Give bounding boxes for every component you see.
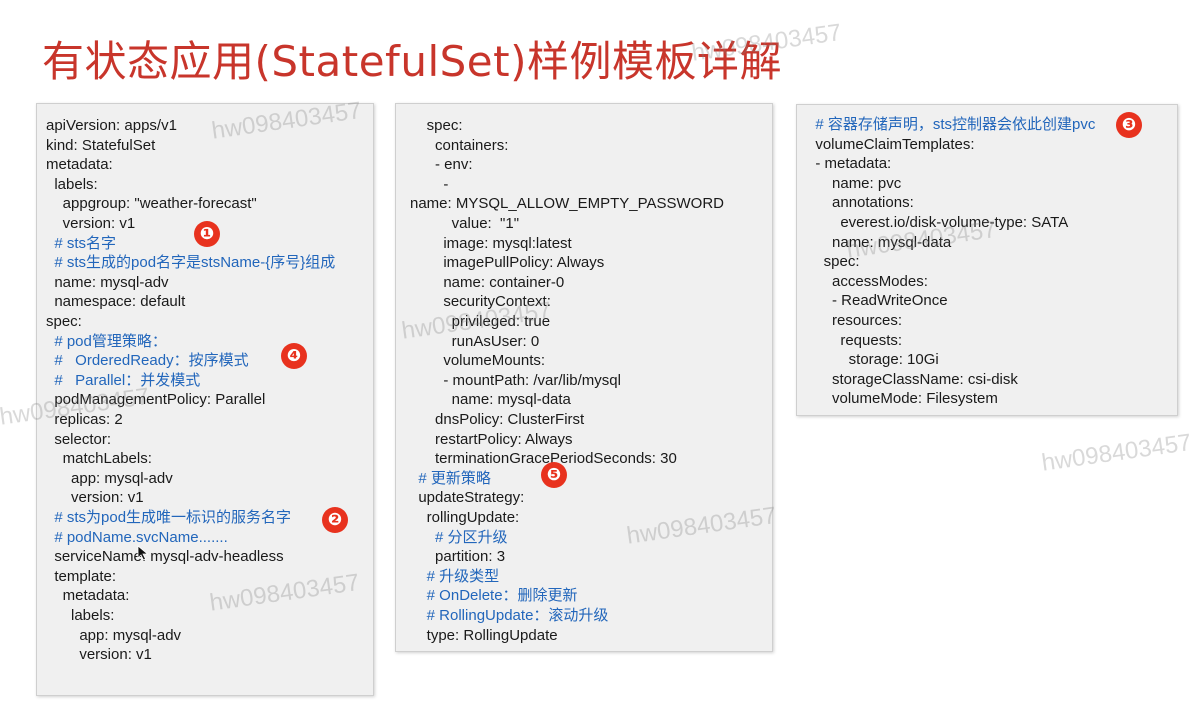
yaml-code-line: - mountPath: /var/lib/mysql — [410, 371, 621, 389]
badge-5: ❺ — [541, 462, 567, 488]
yaml-code-line: podManagementPolicy: Parallel — [46, 391, 266, 409]
mouse-cursor-icon — [137, 545, 149, 561]
yaml-code-line: securityContext: — [410, 293, 551, 311]
yaml-code-line: name: mysql-data — [410, 391, 571, 409]
yaml-code-line: metadata: — [46, 587, 130, 605]
yaml-code-line: apiVersion: apps/v1 — [46, 117, 177, 134]
badge-3: ❸ — [1116, 112, 1142, 138]
yaml-panel-middle: spec: containers: - env: - name: MYSQL_AL… — [395, 103, 773, 652]
yaml-code-line: updateStrategy: — [410, 489, 525, 507]
badge-4: ❹ — [281, 343, 307, 369]
yaml-code-line: labels: — [46, 175, 98, 193]
yaml-code-line: serviceName: mysql-adv-headless — [46, 548, 284, 566]
yaml-comment-line: # OrderedReady：按序模式 — [46, 352, 249, 370]
yaml-code-line: name: mysql-data — [807, 233, 952, 251]
yaml-code-line: matchLabels: — [46, 450, 152, 468]
yaml-comment-line: # 容器存储声明，sts控制器会依此创建pvc — [807, 116, 1096, 133]
yaml-code-line: name: mysql-adv — [46, 273, 169, 291]
yaml-code-line: everest.io/disk-volume-type: SATA — [807, 214, 1069, 231]
yaml-code-line: spec: — [410, 117, 463, 134]
yaml-code-line: storage: 10Gi — [807, 351, 939, 369]
yaml-comment-line: # Parallel：并发模式 — [46, 371, 201, 389]
yaml-code-line: restartPolicy: Always — [410, 430, 573, 448]
yaml-comment-line: # sts为pod生成唯一标识的服务名字 — [46, 509, 292, 526]
yaml-code-line: name: pvc — [807, 174, 902, 192]
yaml-code-line: annotations: — [807, 194, 914, 212]
yaml-code-line: version: v1 — [46, 489, 144, 507]
yaml-code-line: privileged: true — [410, 313, 551, 330]
yaml-comment-line: # RollingUpdate：滚动升级 — [410, 607, 609, 624]
yaml-comment-line: # 升级类型 — [410, 567, 500, 585]
yaml-comment-line: # pod管理策略： — [46, 332, 167, 350]
yaml-comment-line: # 更新策略 — [410, 469, 491, 487]
yaml-code-line: - metadata: — [807, 155, 892, 173]
yaml-code-line: labels: — [46, 607, 115, 624]
yaml-code-line: - — [410, 175, 449, 193]
yaml-code-line: dnsPolicy: ClusterFirst — [410, 411, 585, 428]
yaml-code-line: name: container-0 — [410, 273, 565, 291]
yaml-code-line: image: mysql:latest — [410, 234, 572, 252]
yaml-code-line: appgroup: "weather-forecast" — [46, 195, 257, 213]
yaml-comment-line: # OnDelete：删除更新 — [410, 587, 578, 605]
yaml-code-line: imagePullPolicy: Always — [410, 254, 605, 272]
yaml-code-line: containers: — [410, 136, 509, 154]
yaml-comment-line: # sts生成的pod名字是stsName-{序号}组成 — [46, 254, 336, 272]
yaml-code-line: - env: — [410, 156, 473, 174]
badge-1: ❶ — [194, 221, 220, 247]
watermark-text: hw098403457 — [1040, 429, 1194, 477]
yaml-code-line: value: "1" — [410, 215, 520, 232]
yaml-code-line: volumeClaimTemplates: — [807, 135, 975, 153]
yaml-code-line: requests: — [807, 331, 903, 349]
yaml-code-line: runAsUser: 0 — [410, 332, 540, 350]
yaml-code-line: kind: StatefulSet — [46, 136, 156, 154]
yaml-code-line: name: MYSQL_ALLOW_EMPTY_PASSWORD — [410, 195, 724, 213]
yaml-code-line: resources: — [807, 312, 903, 329]
slide-title: 有状态应用(StatefulSet)样例模板详解 — [42, 37, 782, 86]
yaml-code-line: replicas: 2 — [46, 411, 123, 428]
yaml-code-line: app: mysql-adv — [46, 626, 182, 644]
yaml-comment-line: # 分区升级 — [410, 528, 508, 546]
yaml-code-line: version: v1 — [46, 646, 152, 664]
yaml-code-line: volumeMode: Filesystem — [807, 390, 998, 408]
yaml-code-line: app: mysql-adv — [46, 469, 173, 487]
yaml-code-line: version: v1 — [46, 215, 136, 232]
badge-2: ❷ — [322, 507, 348, 533]
yaml-panel-left: apiVersion: apps/v1 kind: StatefulSet meta… — [36, 103, 374, 696]
yaml-code-line: spec: — [46, 313, 82, 330]
yaml-code-line: type: RollingUpdate — [410, 626, 558, 644]
yaml-code-line: namespace: default — [46, 293, 186, 311]
yaml-code-line: selector: — [46, 430, 112, 448]
yaml-code-line: spec: — [807, 253, 860, 271]
yaml-code-line: metadata: — [46, 156, 113, 174]
yaml-panel-right: # 容器存储声明，sts控制器会依此创建pvc volumeClaimTempl… — [796, 104, 1178, 416]
yaml-comment-line: # podName.svcName....... — [46, 528, 228, 546]
yaml-code-line: storageClassName: csi-disk — [807, 370, 1018, 388]
yaml-code-line: volumeMounts: — [410, 352, 546, 370]
yaml-code-line: template: — [46, 567, 117, 585]
yaml-comment-line: # sts名字 — [46, 234, 117, 252]
yaml-code-line: - ReadWriteOnce — [807, 292, 948, 310]
yaml-code-line: partition: 3 — [410, 548, 506, 566]
yaml-code-line: accessModes: — [807, 272, 928, 290]
yaml-code-line: rollingUpdate: — [410, 509, 520, 526]
